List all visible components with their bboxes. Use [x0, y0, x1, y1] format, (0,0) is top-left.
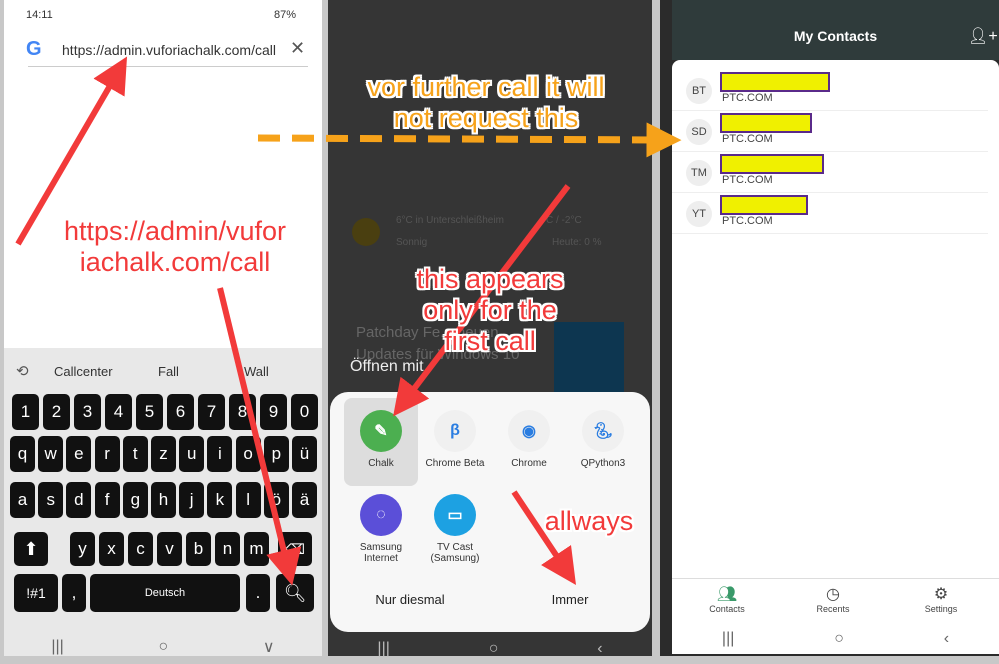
arrow-to-contacts [257, 122, 682, 158]
annotation-always: allways [544, 506, 634, 536]
annotation-url: https://admin/vufor iachalk.com/call [63, 216, 287, 277]
annotation-first: this appears only for the first call [416, 264, 564, 356]
annotation-further: vor further call it will not request thi… [367, 72, 605, 133]
arrow-to-search [217, 287, 302, 586]
